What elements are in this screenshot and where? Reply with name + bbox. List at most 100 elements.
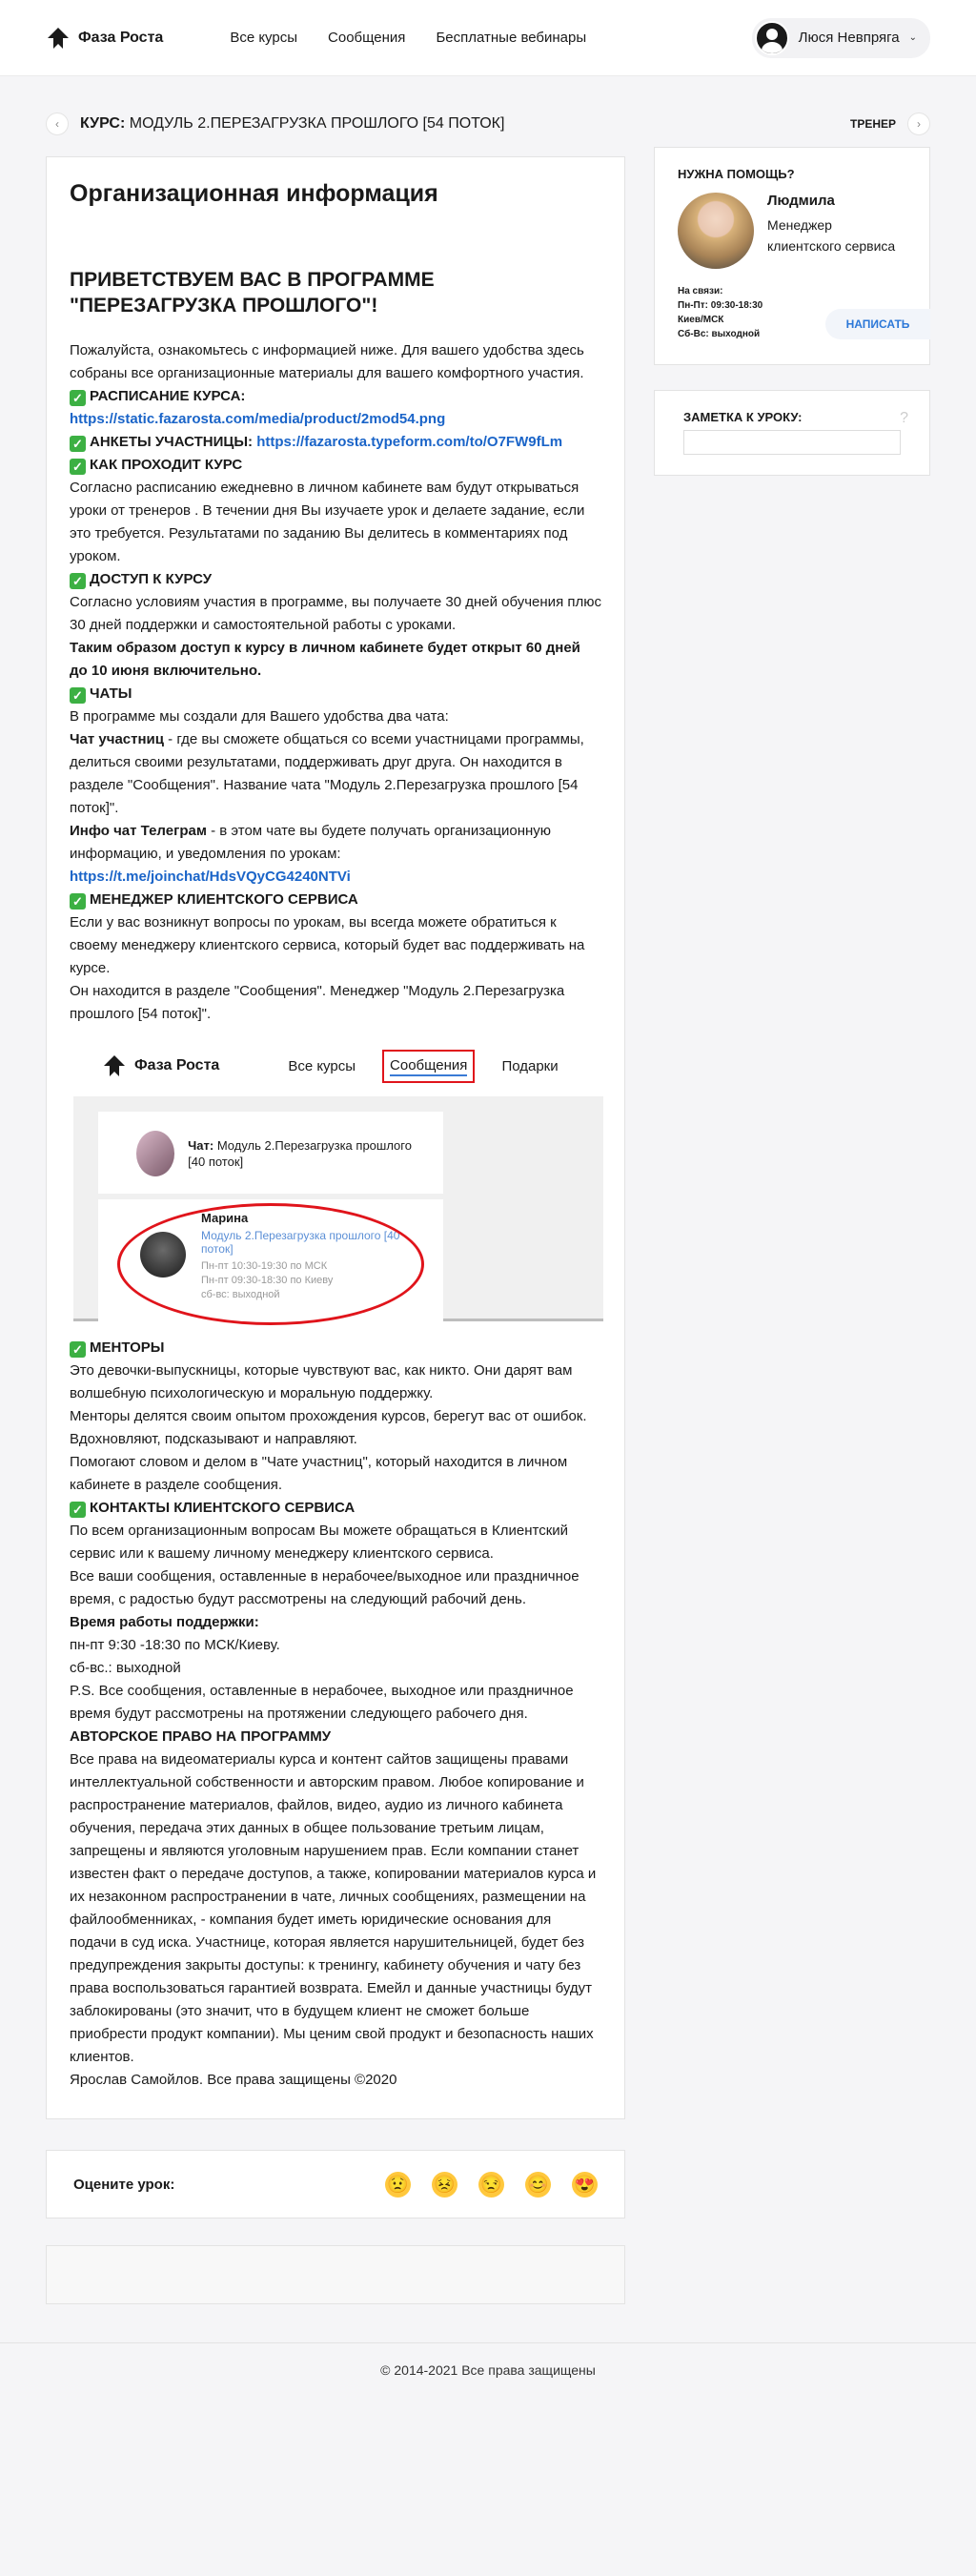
comments-placeholder	[46, 2245, 625, 2304]
check-icon: ✓	[70, 459, 86, 475]
support-text-2: сб-вс.: выходной	[70, 1660, 181, 1676]
unamused-face-icon[interactable]: 😒	[478, 2171, 504, 2198]
lesson-content: Организационная информация ПРИВЕТСТВУЕМ …	[46, 156, 625, 2119]
logo[interactable]: Фаза Роста	[46, 26, 163, 51]
footer-copyright: © 2014-2021 Все права защищены	[380, 2362, 596, 2378]
schedule-heading: РАСПИСАНИЕ КУРСА:	[90, 388, 246, 404]
contacts-heading: КОНТАКТЫ КЛИЕНТСКОГО СЕРВИСА	[90, 1500, 356, 1516]
screenshot-navbar: Фаза Роста Все курсы Сообщения Подарки	[73, 1041, 603, 1091]
contacts-text-2: Все ваши сообщения, оставленные в нерабо…	[70, 1568, 580, 1607]
course-breadcrumb: ‹ КУРС: МОДУЛЬ 2.ПЕРЕЗАГРУЗКА ПРОШЛОГО […	[46, 103, 625, 145]
logo-icon	[48, 27, 69, 49]
chat1-name: Чат участниц	[70, 731, 164, 747]
screenshot-manager-row: Марина Модуль 2.Перезагрузка прошлого [4…	[98, 1199, 443, 1325]
footer: © 2014-2021 Все права защищены	[0, 2342, 976, 2438]
nav-free-webinars[interactable]: Бесплатные вебинары	[436, 30, 586, 46]
question-icon[interactable]: ?	[900, 410, 908, 427]
access-section: ✓ ДОСТУП К КУРСУ	[70, 568, 601, 591]
mentors-text-3: Вдохновляют, подсказывают и направляют.	[70, 1431, 357, 1447]
chat-avatar	[136, 1131, 175, 1176]
rating-label: Оцените урок:	[73, 2176, 175, 2193]
user-name: Люся Невпряга	[798, 30, 900, 46]
copyright-heading: АВТОРСКОЕ ПРАВО НА ПРОГРАММУ	[70, 1728, 332, 1745]
screenshot-nav: Все курсы Сообщения Подарки	[288, 1049, 559, 1083]
chats-section: ✓ ЧАТЫ	[70, 683, 601, 705]
screenshot-nav-messages-highlighted: Сообщения	[382, 1049, 476, 1083]
check-icon: ✓	[70, 893, 86, 910]
check-icon: ✓	[70, 436, 86, 452]
write-button[interactable]: НАПИСАТЬ	[825, 309, 930, 339]
note-title: ЗАМЕТКА К УРОКУ:	[683, 410, 803, 424]
chat-label: Чат:	[188, 1138, 214, 1153]
check-icon: ✓	[70, 573, 86, 589]
chevron-down-icon: ⌄	[908, 32, 917, 43]
page-body: ‹ КУРС: МОДУЛЬ 2.ПЕРЕЗАГРУЗКА ПРОШЛОГО […	[0, 76, 976, 2304]
welcome-heading: ПРИВЕТСТВУЕМ ВАС В ПРОГРАММЕ "ПЕРЕЗАГРУЗ…	[70, 269, 435, 317]
manager-profile: Людмила Менеджер клиентского сервиса	[678, 193, 906, 269]
support-text-1: пн-пт 9:30 -18:30 по МСК/Киеву.	[70, 1637, 280, 1653]
forms-heading: АНКЕТЫ УЧАСТНИЦЫ:	[90, 434, 254, 450]
help-title: НУЖНА ПОМОЩЬ?	[678, 167, 795, 181]
help-card: НУЖНА ПОМОЩЬ? Людмила Менеджер клиентско…	[654, 147, 930, 365]
nav-messages[interactable]: Сообщения	[328, 30, 405, 46]
chats-text: В программе мы создали для Вашего удобст…	[70, 708, 449, 725]
how-text: Согласно расписанию ежедневно в личном к…	[70, 480, 585, 564]
support-heading: Время работы поддержки:	[70, 1614, 259, 1630]
main-nav: Все курсы Сообщения Бесплатные вебинары	[230, 30, 586, 46]
smiling-face-icon[interactable]: 😊	[525, 2171, 551, 2198]
manager-section: ✓ МЕНЕДЖЕР КЛИЕНТСКОГО СЕРВИСА	[70, 889, 601, 911]
manager-text: Если у вас возникнут вопросы по урокам, …	[70, 914, 585, 976]
chat1-text: Чат участниц - где вы сможете общаться с…	[70, 728, 601, 820]
schedule-link[interactable]: https://static.fazarosta.com/media/produ…	[70, 411, 445, 427]
rating-options: 😟 😣 😒 😊 😍	[385, 2171, 598, 2198]
screenshot-nav-courses: Все курсы	[288, 1057, 356, 1074]
heart-eyes-face-icon[interactable]: 😍	[572, 2171, 598, 2198]
trainer-label: ТРЕНЕР	[849, 117, 896, 131]
chevron-right-icon[interactable]: ›	[907, 112, 930, 135]
nav-all-courses[interactable]: Все курсы	[230, 30, 297, 46]
check-icon: ✓	[70, 1502, 86, 1518]
back-arrow-icon[interactable]: ‹	[46, 112, 69, 135]
intro-text: Пожалуйста, ознакомьтесь с информацией н…	[70, 342, 584, 381]
forms-section: ✓ АНКЕТЫ УЧАСТНИЦЫ: https://fazarosta.typ…	[70, 431, 601, 454]
screenshot-logo-text: Фаза Роста	[134, 1057, 220, 1073]
copyright-signature: Ярослав Самойлов. Все права защищены ©20…	[70, 2072, 397, 2088]
check-icon: ✓	[70, 1341, 86, 1358]
note-input[interactable]	[683, 430, 901, 455]
trainer-toggle: ТРЕНЕР ›	[654, 103, 930, 145]
check-icon: ✓	[70, 390, 86, 406]
access-text: Согласно условиям участия в программе, в…	[70, 594, 601, 633]
logo-icon	[104, 1055, 125, 1076]
screenshot-chat-row: Чат: Модуль 2.Перезагрузка прошлого [40 …	[98, 1112, 443, 1199]
copyright-text: Все права на видеоматериалы курса и конт…	[70, 1751, 597, 2065]
chats-heading: ЧАТЫ	[90, 685, 132, 702]
chat2-name: Инфо чат Телеграм	[70, 823, 207, 839]
frown-face-icon[interactable]: 😣	[432, 2171, 458, 2198]
course-name: МОДУЛЬ 2.ПЕРЕЗАГРУЗКА ПРОШЛОГО [54 ПОТОК…	[129, 115, 505, 132]
mentors-heading: МЕНТОРЫ	[90, 1339, 165, 1356]
screenshot-chat-list: Чат: Модуль 2.Перезагрузка прошлого [40 …	[98, 1112, 443, 1325]
schedule-section: ✓ РАСПИСАНИЕ КУРСА: https://static.fazaro…	[70, 385, 601, 431]
check-icon: ✓	[70, 687, 86, 704]
course-title: КУРС: МОДУЛЬ 2.ПЕРЕЗАГРУЗКА ПРОШЛОГО [54…	[80, 115, 504, 133]
messages-screenshot: Фаза Роста Все курсы Сообщения Подарки Ч…	[73, 1041, 603, 1325]
forms-link[interactable]: https://fazarosta.typeform.com/to/O7FW9f…	[256, 434, 562, 450]
screenshot-nav-gifts: Подарки	[501, 1057, 559, 1074]
user-menu[interactable]: Люся Невпряга ⌄	[751, 17, 930, 58]
lesson-title: Организационная информация	[70, 180, 438, 207]
contacts-text-1: По всем организационным вопросам Вы може…	[70, 1523, 569, 1562]
screenshot-logo: Фаза Роста	[102, 1053, 219, 1078]
logo-text: Фаза Роста	[78, 29, 164, 46]
lesson-rating: Оцените урок: 😟 😣 😒 😊 😍	[46, 2150, 625, 2218]
highlight-ellipse	[117, 1203, 424, 1325]
telegram-link[interactable]: https://t.me/joinchat/HdsVQyCG4240NTVi	[70, 869, 351, 885]
how-section: ✓ КАК ПРОХОДИТ КУРС	[70, 454, 601, 477]
sidebar: ТРЕНЕР › НУЖНА ПОМОЩЬ? Людмила Менеджер …	[654, 103, 930, 2304]
support-text-3: P.S. Все сообщения, оставленные в нерабо…	[70, 1683, 574, 1722]
mentors-section: ✓ МЕНТОРЫ	[70, 1337, 601, 1360]
sad-face-icon[interactable]: 😟	[385, 2171, 411, 2198]
user-avatar	[754, 20, 789, 55]
chat2-text: Инфо чат Телеграм - в этом чате вы будет…	[70, 820, 601, 889]
manager-details: Людмила Менеджер клиентского сервиса	[767, 193, 906, 269]
course-label: КУРС:	[80, 115, 126, 132]
